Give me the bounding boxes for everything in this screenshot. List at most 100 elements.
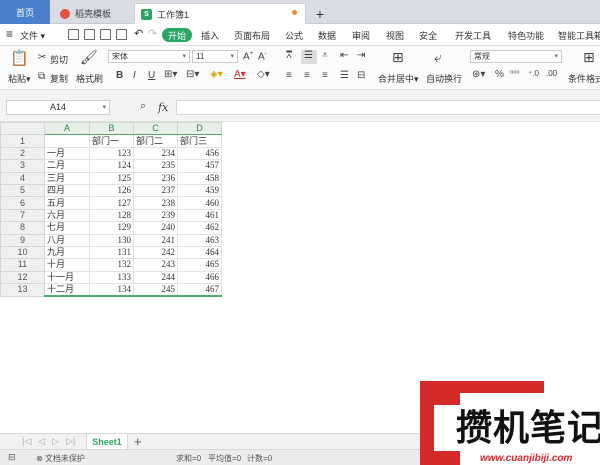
table-cell[interactable]: 461 [177, 208, 222, 223]
thousands-icon[interactable]: ⁰⁰⁰ [510, 69, 520, 78]
table-cell[interactable]: 240 [133, 221, 178, 235]
first-sheet-icon[interactable]: |◁ [22, 436, 31, 447]
table-cell[interactable]: 459 [177, 183, 222, 198]
row-header[interactable]: 4 [0, 171, 45, 185]
table-cell[interactable]: 237 [133, 183, 178, 198]
font-grow-icon[interactable]: A+ [243, 51, 253, 62]
table-cell[interactable]: 128 [89, 208, 134, 223]
row-header[interactable]: 8 [0, 221, 45, 235]
align-right-icon[interactable]: ≡ [322, 70, 328, 81]
prev-sheet-icon[interactable]: ◁ [38, 436, 45, 447]
menu-insert[interactable]: 插入 [201, 29, 219, 42]
undo-icon[interactable]: ↶ [134, 27, 143, 40]
table-cell[interactable]: 一月 [44, 146, 90, 161]
wrap-text-icon[interactable]: ⤶ [434, 49, 442, 66]
conditional-format-button[interactable]: 条件格式 [568, 72, 600, 85]
align-middle-icon[interactable]: ☰ [304, 50, 313, 61]
align-top-icon[interactable]: ⩞ [286, 50, 292, 61]
table-cell[interactable]: 129 [89, 221, 134, 235]
table-cell[interactable]: 八月 [44, 233, 90, 247]
table-cell[interactable]: 125 [89, 171, 134, 185]
format-painter-icon[interactable]: 🖌 [80, 49, 98, 66]
select-all-corner[interactable] [0, 121, 45, 136]
sheet-tab-sheet1[interactable]: Sheet1 [86, 434, 128, 450]
italic-icon[interactable]: I [133, 70, 136, 81]
menu-smart-toolbox[interactable]: 智能工具箱 [558, 29, 600, 42]
new-tab-button[interactable]: + [312, 3, 328, 24]
table-cell[interactable]: 134 [89, 283, 134, 298]
table-cell[interactable]: 465 [177, 258, 222, 272]
row-header[interactable]: 2 [0, 146, 45, 161]
border-icon[interactable]: ⊞▾ [164, 69, 177, 80]
table-cell[interactable]: 238 [133, 196, 178, 210]
table-cell[interactable]: 235 [133, 159, 178, 173]
table-cell[interactable]: 236 [133, 171, 178, 185]
align-center-icon[interactable]: ≡ [304, 70, 310, 81]
bold-icon[interactable]: B [116, 70, 123, 81]
table-cell[interactable]: 241 [133, 233, 178, 247]
justify-icon[interactable]: ☰ [340, 70, 349, 81]
align-bottom-icon[interactable]: ⩡ [322, 50, 328, 61]
table-cell[interactable]: 242 [133, 245, 178, 260]
formula-input[interactable] [176, 100, 600, 115]
menu-start[interactable]: 开始 [162, 28, 192, 42]
column-header-a[interactable]: A [44, 121, 90, 136]
table-cell[interactable]: 457 [177, 159, 222, 173]
table-cell[interactable]: 464 [177, 245, 222, 260]
row-header[interactable]: 10 [0, 245, 45, 260]
menu-review[interactable]: 审阅 [352, 29, 370, 42]
table-cell[interactable]: 456 [177, 146, 222, 161]
row-header[interactable]: 1 [0, 134, 45, 148]
table-cell[interactable]: 244 [133, 270, 178, 285]
merge-center-button[interactable]: 合并居中▾ [378, 72, 419, 85]
row-header[interactable]: 5 [0, 183, 45, 198]
row-header[interactable]: 7 [0, 208, 45, 223]
last-sheet-icon[interactable]: ▷| [66, 436, 75, 447]
table-cell[interactable]: 133 [89, 270, 134, 285]
table-cell[interactable] [44, 134, 90, 148]
currency-icon[interactable]: ⊛▾ [472, 69, 485, 80]
table-cell[interactable]: 124 [89, 159, 134, 173]
fill-color-icon[interactable]: ◈▾ [210, 69, 223, 80]
paste-button[interactable]: 粘贴▾ [8, 72, 31, 85]
table-cell[interactable]: 九月 [44, 245, 90, 260]
clear-format-icon[interactable]: ◇▾ [257, 69, 270, 80]
indent-decrease-icon[interactable]: ⇤ [340, 50, 348, 61]
table-cell[interactable]: 234 [133, 146, 178, 161]
table-cell[interactable]: 部门三 [177, 134, 222, 148]
row-header[interactable]: 13 [0, 283, 45, 297]
conditional-format-icon[interactable]: ⊞ [583, 49, 595, 66]
table-cell[interactable]: 239 [133, 208, 178, 223]
table-cell[interactable]: 131 [89, 245, 134, 260]
next-sheet-icon[interactable]: ▷ [52, 436, 59, 447]
format-painter-button[interactable]: 格式刷 [76, 72, 103, 85]
cut-button[interactable]: 剪切 [50, 53, 68, 66]
paste-icon[interactable]: 📋 [10, 49, 29, 67]
table-cell[interactable]: 二月 [44, 159, 90, 173]
table-cell[interactable]: 三月 [44, 171, 90, 185]
percent-icon[interactable]: % [495, 69, 504, 80]
row-header[interactable]: 9 [0, 233, 45, 247]
menu-file[interactable]: 文件 ▾ [20, 29, 45, 42]
macro-icon[interactable]: ⊟ [8, 452, 16, 463]
table-cell[interactable]: 七月 [44, 221, 90, 235]
table-cell[interactable]: 466 [177, 270, 222, 285]
merge-center-icon[interactable]: ⊞ [392, 49, 404, 66]
decimal-increase-icon[interactable]: ⁺.0 [528, 69, 539, 78]
table-cell[interactable]: 五月 [44, 196, 90, 210]
column-header-b[interactable]: B [89, 121, 134, 136]
menu-view[interactable]: 视图 [386, 29, 404, 42]
print-icon[interactable] [84, 29, 95, 40]
row-header[interactable]: 12 [0, 270, 45, 285]
copy-icon[interactable]: ⧉ [38, 71, 45, 82]
table-cell[interactable]: 130 [89, 233, 134, 247]
table-cell[interactable]: 245 [133, 283, 178, 298]
fx-icon[interactable]: fx [158, 101, 168, 114]
distributed-icon[interactable]: ⊟ [357, 70, 365, 81]
underline-icon[interactable]: U [148, 70, 155, 81]
row-header[interactable]: 6 [0, 196, 45, 210]
menu-features[interactable]: 特色功能 [508, 29, 544, 42]
table-cell[interactable]: 六月 [44, 208, 90, 223]
menu-formulas[interactable]: 公式 [285, 29, 303, 42]
menu-page-layout[interactable]: 页面布局 [234, 29, 270, 42]
